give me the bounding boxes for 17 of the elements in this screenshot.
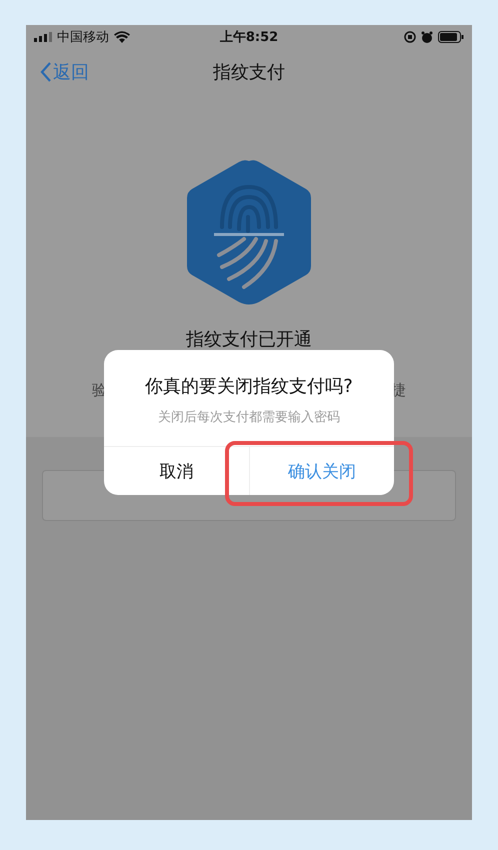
back-link[interactable]: 返回 xyxy=(40,60,89,84)
status-heading: 指纹支付已开通 xyxy=(186,328,312,351)
page-title: 指纹支付 xyxy=(213,60,285,84)
wifi-icon xyxy=(114,30,130,42)
confirm-button[interactable]: 确认关闭 xyxy=(249,447,394,495)
rotation-lock-icon xyxy=(404,30,416,42)
cancel-button[interactable]: 取消 xyxy=(104,447,249,495)
dialog-title: 你真的要关闭指纹支付吗? xyxy=(144,375,354,398)
battery-icon xyxy=(438,30,464,42)
back-chevron-icon xyxy=(40,62,51,82)
status-time: 上午8:52 xyxy=(220,28,278,46)
signal-icon xyxy=(34,32,52,42)
carrier-name: 中国移动 xyxy=(57,28,109,46)
dialog-message: 关闭后每次支付都需要输入密码 xyxy=(157,409,341,426)
back-label[interactable]: 返回 xyxy=(53,60,89,84)
alarm-icon xyxy=(421,30,433,42)
fingerprint-badge-icon xyxy=(184,157,314,307)
